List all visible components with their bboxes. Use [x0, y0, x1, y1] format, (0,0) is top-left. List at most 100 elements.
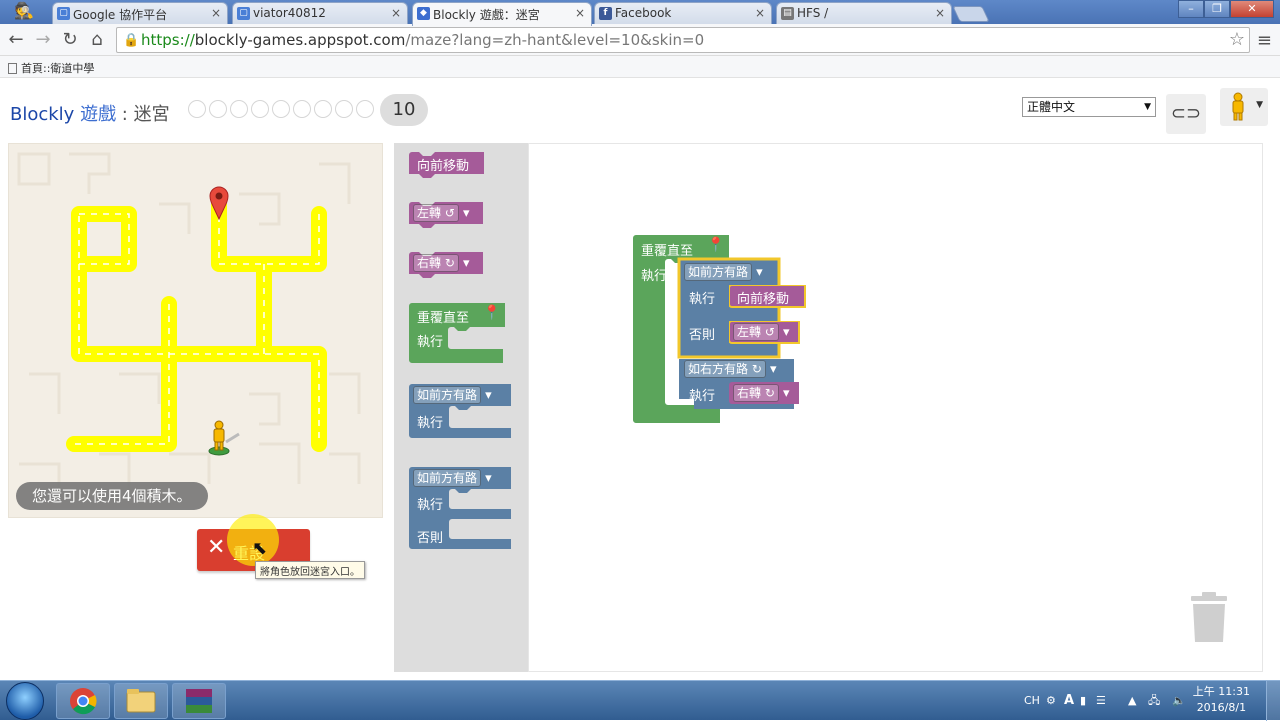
tab-blockly-maze[interactable]: ◆ Blockly 遊戲：迷宮 ×: [412, 2, 592, 26]
workspace-turn-left-block[interactable]: 左轉 ↺ ▾: [728, 320, 803, 351]
winrar-taskbar-button[interactable]: [172, 683, 226, 719]
volume-icon[interactable]: 🔈: [1172, 681, 1186, 721]
page-header: Blockly 遊戲 : 迷宮 10 正體中文 ▼ ⊂⊃ ▼: [0, 78, 1280, 138]
start-button-icon[interactable]: [6, 682, 44, 720]
close-icon[interactable]: ✕: [1230, 0, 1274, 18]
block-label: 左轉 ↺ ▾: [733, 323, 790, 341]
tab-title: Blockly 遊戲：迷宮: [433, 8, 540, 22]
back-arrow-icon[interactable]: ←: [5, 29, 27, 51]
show-desktop-button[interactable]: [1266, 681, 1280, 721]
clock-date: 2016/8/1: [1196, 701, 1247, 714]
title-maze: 迷宮: [133, 104, 170, 125]
tab-close-icon[interactable]: ×: [755, 6, 765, 20]
link-icon: ⊂⊃: [1170, 103, 1202, 124]
block-label: 如前方有路 ▾: [413, 469, 492, 487]
level-dot[interactable]: [251, 100, 269, 118]
blockly-toolbox: 向前移動 左轉 ↺ ▾ 右轉 ↻ ▾ 重覆直至 📍 執行 如前方有路 ▾ 執行 …: [394, 143, 528, 672]
address-bar[interactable]: 🔒 https://blockly-games.appspot.com/maze…: [116, 27, 1250, 53]
goal-marker-icon: [209, 186, 229, 220]
current-level-indicator[interactable]: 10: [380, 94, 428, 126]
block-label: 如前方有路 ▾: [413, 386, 492, 404]
block-label: 重覆直至: [641, 244, 694, 259]
incognito-profile-icon[interactable]: 🕵: [4, 0, 44, 24]
ime-mode-icon[interactable]: A: [1064, 681, 1074, 721]
block-label: 向前移動: [417, 159, 470, 174]
maze-path-dashes: [74, 204, 320, 445]
level-dot[interactable]: [293, 100, 311, 118]
trash-can-icon[interactable]: [1189, 592, 1229, 642]
level-selector: [188, 100, 374, 118]
level-dot[interactable]: [230, 100, 248, 118]
else-label: 否則: [417, 531, 444, 546]
do-label: 執行: [689, 292, 716, 307]
tab-title: Facebook: [615, 6, 672, 20]
toolbox-turn-left-block[interactable]: 左轉 ↺ ▾: [406, 202, 489, 232]
pegman-icon: [1232, 92, 1244, 121]
workspace-repeat-until-block[interactable]: 重覆直至 📍 執行 如前方有路 ▾ 執行 向前移動 否則 左轉 ↺ ▾ 如右方有…: [633, 235, 813, 439]
bookmark-star-icon[interactable]: ☆: [1229, 28, 1245, 52]
title-games-link[interactable]: 遊戲: [80, 104, 116, 125]
level-dot[interactable]: [272, 100, 290, 118]
browser-toolbar: ← → ↻ ⌂ 🔒 https://blockly-games.appspot.…: [0, 24, 1280, 56]
tab-close-icon[interactable]: ×: [211, 6, 221, 20]
block-label: 右轉 ↻ ▾: [733, 384, 790, 402]
ime-settings-icon[interactable]: ☰: [1096, 681, 1106, 721]
dropdown-arrow-icon: ▼: [1256, 100, 1263, 110]
google-sites-icon: ▢: [57, 7, 70, 20]
toolbox-if-else-path-block[interactable]: 如前方有路 ▾ 執行 否則: [409, 467, 513, 563]
bookmarks-bar: 首頁::衛道中學: [0, 56, 1280, 78]
toolbox-move-forward-block[interactable]: 向前移動: [406, 152, 489, 182]
bookmark-item[interactable]: 首頁::衛道中學: [21, 62, 94, 75]
level-dot[interactable]: [188, 100, 206, 118]
reset-x-icon: ✕: [207, 535, 226, 560]
dropdown-arrow-icon: ▼: [1144, 102, 1151, 112]
toolbox-if-path-block[interactable]: 如前方有路 ▾ 執行: [409, 384, 513, 446]
language-value: 正體中文: [1027, 100, 1076, 114]
input-language[interactable]: CH: [1024, 681, 1040, 721]
facebook-icon: f: [599, 7, 612, 20]
tab-close-icon[interactable]: ×: [575, 6, 585, 20]
link-button[interactable]: ⊂⊃: [1166, 94, 1206, 134]
restore-icon[interactable]: ❐: [1204, 0, 1230, 18]
block-label: 向前移動: [737, 292, 790, 307]
if-path-right-label: 如右方有路 ↻ ▾: [684, 360, 777, 378]
tab-google-sites[interactable]: ▢ Google 協作平台 ×: [52, 2, 228, 24]
system-clock[interactable]: 上午 11:31 2016/8/1: [1193, 684, 1250, 716]
ime-fullwidth-icon[interactable]: ▮: [1080, 681, 1086, 721]
explorer-taskbar-button[interactable]: [114, 683, 168, 719]
tab-close-icon[interactable]: ×: [391, 6, 401, 20]
do-label: 執行: [417, 335, 444, 350]
url-scheme: https://: [141, 31, 195, 49]
maze-path: [66, 196, 327, 452]
level-dot[interactable]: [356, 100, 374, 118]
tab-close-icon[interactable]: ×: [935, 6, 945, 20]
tray-expand-icon[interactable]: ▲: [1128, 681, 1136, 721]
workspace-move-forward-block[interactable]: 向前移動: [728, 284, 809, 315]
toolbox-turn-right-block[interactable]: 右轉 ↻ ▾: [406, 252, 489, 282]
chrome-menu-icon[interactable]: ≡: [1257, 30, 1272, 51]
clock-time: 上午 11:31: [1192, 685, 1250, 698]
language-select[interactable]: 正體中文 ▼: [1022, 97, 1156, 117]
chrome-taskbar-button[interactable]: [56, 683, 110, 719]
ime-icon[interactable]: ⚙: [1046, 681, 1056, 721]
level-dot[interactable]: [335, 100, 353, 118]
tab-viator[interactable]: ▢ viator40812 ×: [232, 2, 408, 24]
new-tab-button[interactable]: [952, 6, 990, 22]
google-sites-icon: ▢: [237, 7, 250, 20]
pegman-player-icon: [208, 420, 240, 456]
forward-arrow-icon[interactable]: →: [32, 29, 54, 51]
minimize-icon[interactable]: –: [1178, 0, 1204, 18]
level-dot[interactable]: [314, 100, 332, 118]
toolbox-repeat-until-block[interactable]: 重覆直至 📍 執行: [409, 303, 509, 367]
pegman-button[interactable]: ▼: [1220, 88, 1268, 126]
network-icon[interactable]: 🖧: [1148, 681, 1160, 721]
level-dot[interactable]: [209, 100, 227, 118]
home-icon[interactable]: ⌂: [86, 29, 108, 51]
tab-facebook[interactable]: f Facebook ×: [594, 2, 772, 24]
reload-icon[interactable]: ↻: [59, 29, 81, 51]
tab-title: viator40812: [253, 6, 326, 20]
blockly-workspace: 重覆直至 📍 執行 如前方有路 ▾ 執行 向前移動 否則 左轉 ↺ ▾ 如右方有…: [528, 143, 1263, 672]
title-blockly-link[interactable]: Blockly: [10, 104, 74, 125]
workspace-turn-right-block[interactable]: 右轉 ↻ ▾: [729, 382, 803, 412]
tab-hfs[interactable]: ▤ HFS / ×: [776, 2, 952, 24]
